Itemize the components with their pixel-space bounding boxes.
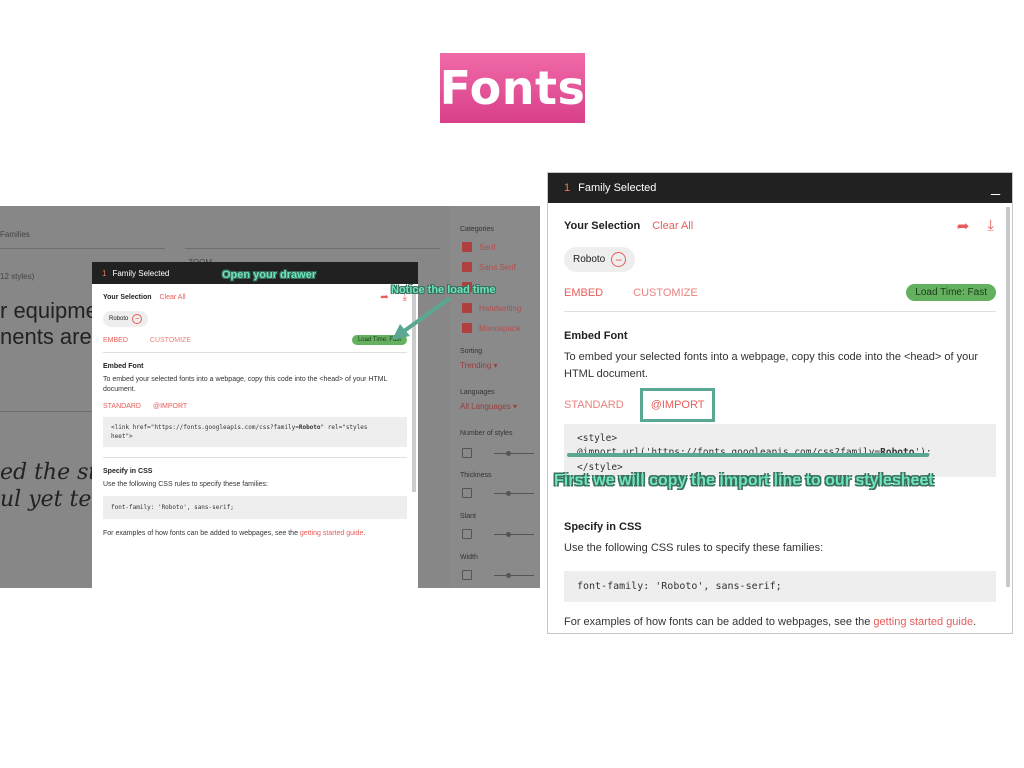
getting-started-link[interactable]: getting started guide — [873, 616, 973, 628]
callout-open-drawer: Open your drawer — [222, 269, 317, 281]
subtab-import[interactable]: @IMPORT — [639, 388, 716, 422]
css-code[interactable]: font-family: 'Roboto', sans-serif; — [564, 570, 996, 602]
embed-text: To embed your selected fonts into a webp… — [564, 351, 978, 380]
slide-title: Fonts — [440, 53, 585, 123]
font-chip: Roboto − — [564, 247, 636, 272]
chip-label: Roboto — [573, 254, 606, 265]
subtab-standard[interactable]: STANDARD — [564, 399, 624, 411]
minimize-icon[interactable]: _ — [991, 179, 1000, 197]
right-screenshot: 1 Family Selected _ Your Selection Clear… — [547, 172, 1013, 634]
embed-heading: Embed Font — [564, 330, 628, 342]
tab-embed[interactable]: EMBED — [564, 287, 603, 299]
left-screenshot: Families 12 styles) ZOOM r equipme nents… — [0, 206, 540, 588]
import-line-highlight — [567, 453, 929, 457]
arrow-annotation — [392, 296, 452, 340]
css-text: Use the following CSS rules to specify t… — [564, 542, 824, 554]
callout-load-time: Notice the load time — [391, 284, 496, 296]
embed-code[interactable]: <style> @import url('https://fonts.googl… — [564, 424, 996, 477]
family-count: 1 — [564, 182, 571, 194]
load-time-badge: Load Time: Fast — [906, 284, 996, 301]
drawer-scrollbar[interactable] — [1006, 207, 1010, 587]
download-icon[interactable]: ⤓ — [987, 217, 994, 235]
remove-icon[interactable]: − — [611, 252, 627, 267]
drawer-header[interactable]: 1 Family Selected _ — [548, 173, 1012, 203]
drawer-header-label: Family Selected — [578, 182, 657, 194]
clear-all-link[interactable]: Clear All — [652, 220, 693, 232]
examples-text: For examples of how fonts can be added t… — [564, 615, 977, 628]
tab-customize[interactable]: CUSTOMIZE — [633, 287, 698, 299]
css-heading: Specify in CSS — [564, 521, 642, 533]
your-selection-label: Your Selection — [564, 220, 641, 232]
callout-copy-import: First we will copy the import line to ou… — [554, 472, 934, 489]
share-icon[interactable]: ➦ — [957, 217, 970, 235]
